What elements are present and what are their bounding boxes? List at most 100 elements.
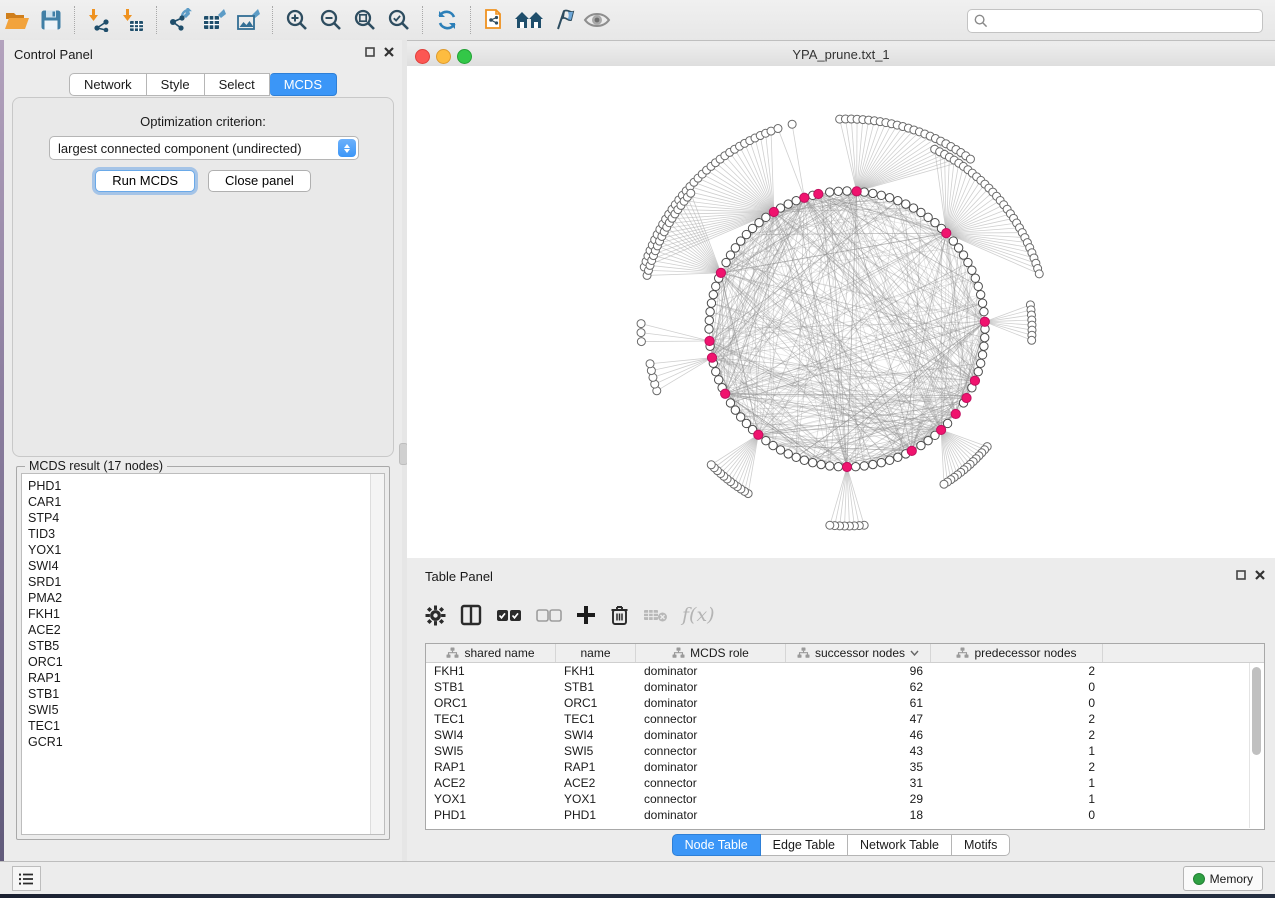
eye-icon[interactable] [580,5,614,35]
table-scrollbar[interactable] [1249,663,1263,828]
main-toolbar [0,0,1275,41]
application-window: Control Panel NetworkStyleSelectMCDS Opt… [0,0,1275,898]
table-panel-title: Table Panel [425,569,493,584]
table-row[interactable]: ACE2ACE2connector311 [426,775,1250,791]
table-cell: dominator [636,663,786,679]
zoom-in-icon[interactable] [280,5,314,35]
share-document-icon[interactable] [478,5,512,35]
task-history-button[interactable] [12,866,41,891]
mcds-result-item[interactable]: SWI4 [22,558,370,574]
column-label: MCDS role [690,646,749,660]
mcds-result-list[interactable]: PHD1CAR1STP4TID3YOX1SWI4SRD1PMA2FKH1ACE2… [21,473,385,835]
zoom-selected-icon[interactable] [382,5,416,35]
export-network-icon[interactable] [164,5,198,35]
tab-select[interactable]: Select [205,73,270,96]
zoom-out-icon[interactable] [314,5,348,35]
search-field[interactable] [967,9,1263,33]
tab-network[interactable]: Network [69,73,147,96]
select-all-icon[interactable] [496,609,522,622]
table-row[interactable]: PHD1PHD1dominator180 [426,807,1250,823]
table-row[interactable]: RAP1RAP1dominator352 [426,759,1250,775]
table-cell: 61 [786,695,931,711]
split-columns-icon[interactable] [460,604,482,626]
tab-network-table[interactable]: Network Table [848,834,952,856]
column-header-MCDS-role[interactable]: MCDS role [636,644,786,662]
table-scrollbar-thumb[interactable] [1252,667,1261,755]
table-row[interactable]: SWI5SWI5connector431 [426,743,1250,759]
table-cell: 47 [786,711,931,727]
table-row[interactable]: YOX1YOX1connector291 [426,791,1250,807]
float-window-icon[interactable] [365,47,375,57]
mcds-result-item[interactable]: ORC1 [22,654,370,670]
table-cell: ORC1 [426,695,556,711]
mcds-result-item[interactable]: ACE2 [22,622,370,638]
tab-motifs[interactable]: Motifs [952,834,1010,856]
add-column-icon[interactable] [576,605,596,625]
mcds-result-item[interactable]: PMA2 [22,590,370,606]
memory-button[interactable]: Memory [1183,866,1263,891]
folder-open-icon[interactable] [0,5,34,35]
mcds-result-item[interactable]: STB5 [22,638,370,654]
unselect-all-icon[interactable] [536,609,562,622]
import-network-icon[interactable] [82,5,116,35]
close-icon[interactable] [384,47,394,57]
mcds-result-item[interactable]: CAR1 [22,494,370,510]
table-cell: 96 [786,663,931,679]
table-row[interactable]: STB1STB1dominator620 [426,679,1250,695]
table-cell: 29 [786,791,931,807]
float-window-icon[interactable] [1236,570,1246,580]
tab-style[interactable]: Style [147,73,205,96]
houses-icon[interactable] [512,5,546,35]
import-table-icon[interactable] [116,5,150,35]
mcds-result-item[interactable]: SRD1 [22,574,370,590]
toolbar-separator [422,6,424,34]
mcds-result-item[interactable]: PHD1 [22,478,370,494]
table-cell: 0 [931,807,1103,823]
column-header-successor-nodes[interactable]: successor nodes [786,644,931,662]
mcds-result-item[interactable]: GCR1 [22,734,370,750]
network-graph[interactable] [407,66,1275,558]
table-row[interactable]: TEC1TEC1connector472 [426,711,1250,727]
table-row[interactable]: ORC1ORC1dominator610 [426,695,1250,711]
table-row[interactable]: SWI4SWI4dominator462 [426,727,1250,743]
table-cell: dominator [636,727,786,743]
mcds-result-item[interactable]: YOX1 [22,542,370,558]
mcds-result-item[interactable]: STP4 [22,510,370,526]
column-header-predecessor-nodes[interactable]: predecessor nodes [931,644,1103,662]
export-image-icon[interactable] [232,5,266,35]
table-cell: FKH1 [426,663,556,679]
mcds-result-item[interactable]: TEC1 [22,718,370,734]
table-cell: 1 [931,775,1103,791]
search-input[interactable] [988,13,1262,29]
chevron-down-icon[interactable] [910,650,919,656]
tab-edge-table[interactable]: Edge Table [761,834,848,856]
run-mcds-button[interactable]: Run MCDS [95,170,195,192]
mcds-result-item[interactable]: SWI5 [22,702,370,718]
toggle-flag-icon[interactable] [546,5,580,35]
mcds-result-item[interactable]: RAP1 [22,670,370,686]
refresh-icon[interactable] [430,5,464,35]
table-row[interactable]: FKH1FKH1dominator962 [426,663,1250,679]
zoom-fit-icon[interactable] [348,5,382,35]
optimization-criterion-dropdown[interactable]: largest connected component (undirected) [49,136,359,160]
delete-column-icon[interactable] [610,604,629,626]
mcds-result-item[interactable]: TID3 [22,526,370,542]
mcds-result-groupbox: MCDS result (17 nodes) PHD1CAR1STP4TID3Y… [16,466,390,840]
column-header-shared-name[interactable]: shared name [426,644,556,662]
network-view-canvas[interactable] [407,66,1275,558]
gear-icon[interactable] [425,605,446,626]
save-icon[interactable] [34,5,68,35]
result-list-scrollbar[interactable] [370,474,384,834]
table-cell: 2 [931,711,1103,727]
column-header-name[interactable]: name [556,644,636,662]
tab-mcds[interactable]: MCDS [270,73,337,96]
table-cell: SWI5 [556,743,636,759]
mcds-result-item[interactable]: STB1 [22,686,370,702]
close-icon[interactable] [1255,570,1265,580]
network-window-titlebar[interactable]: YPA_prune.txt_1 [407,44,1275,67]
mcds-result-item[interactable]: FKH1 [22,606,370,622]
node-table[interactable]: shared namename MCDS role successor nodesp… [425,643,1265,830]
tab-node-table[interactable]: Node Table [672,834,761,856]
export-table-icon[interactable] [198,5,232,35]
close-panel-button[interactable]: Close panel [208,170,311,192]
